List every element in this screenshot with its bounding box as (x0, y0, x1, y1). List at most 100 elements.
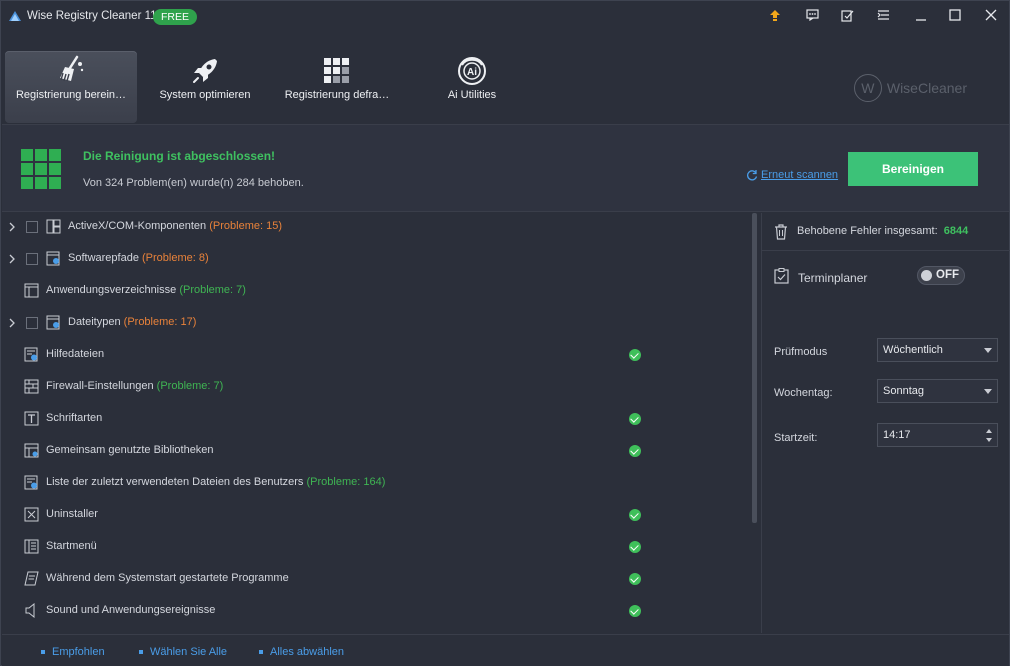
list-item[interactable]: ActiveX/COM-Komponenten (Probleme: 15) (2, 213, 748, 243)
weekday-select[interactable]: Sonntag (877, 379, 998, 403)
category-label: Hilfedateien (46, 348, 105, 360)
chevron-down-icon (984, 389, 992, 394)
help-file-icon (24, 347, 38, 362)
brand-name: WiseCleaner (886, 80, 967, 96)
list-item[interactable]: Firewall-Einstellungen (Probleme: 7) (2, 371, 748, 403)
brand-mark: W (853, 74, 882, 102)
footer-bar: Empfohlen Wählen Sie Alle Alles abwählen (2, 634, 1009, 666)
shared-library-icon (24, 443, 39, 458)
rescan-link[interactable]: Erneut scannen (746, 169, 838, 181)
spin-up-icon[interactable] (986, 429, 992, 433)
category-checkbox[interactable] (26, 317, 38, 329)
check-ok-icon (629, 573, 641, 585)
chevron-right-icon[interactable] (8, 318, 16, 328)
list-item[interactable]: Gemeinsam genutzte Bibliotheken (2, 435, 748, 467)
toggle-knob (921, 270, 932, 281)
list-item[interactable]: Uninstaller (2, 499, 748, 531)
font-icon (24, 411, 39, 426)
ai-icon: Ai (458, 57, 486, 85)
recent-files-icon (24, 475, 38, 490)
scheduler-toggle[interactable]: OFF (917, 266, 965, 285)
tab-ai-utilities[interactable]: Ai Ai Utilities (406, 33, 538, 123)
edit-notes-icon[interactable] (837, 5, 857, 25)
free-badge: FREE (153, 9, 198, 25)
firewall-icon (24, 379, 39, 394)
upgrade-icon[interactable] (765, 5, 785, 25)
category-list: ActiveX/COM-Komponenten (Probleme: 15) S… (2, 213, 748, 633)
mode-value: Wöchentlich (883, 344, 943, 356)
rocket-icon (193, 59, 217, 83)
menu-icon[interactable] (873, 5, 893, 25)
recommended-link[interactable]: Empfohlen (41, 646, 105, 658)
check-ok-icon (629, 445, 641, 457)
scheduler-row: Terminplaner OFF (762, 251, 1010, 305)
side-panel: Behobene Fehler insgesamt: 6844 Terminpl… (761, 213, 1010, 633)
chevron-right-icon[interactable] (8, 254, 16, 264)
tab-registry-clean[interactable]: Registrierung berein… (5, 51, 137, 123)
main-toolbar: Registrierung berein… System optimieren … (1, 33, 1009, 123)
check-ok-icon (629, 509, 641, 521)
mode-label: Prüfmodus (774, 346, 828, 358)
activex-icon (46, 219, 61, 234)
refresh-icon (747, 170, 758, 181)
check-ok-icon (629, 605, 641, 617)
list-item[interactable]: Softwarepfade (Probleme: 8) (2, 243, 748, 275)
complete-grid-icon (21, 149, 61, 189)
uninstaller-icon (24, 507, 39, 522)
tab-system-optimize[interactable]: System optimieren (139, 33, 271, 123)
feedback-icon[interactable] (802, 5, 822, 25)
list-item[interactable]: Sound und Anwendungsereignisse (2, 595, 748, 627)
list-item[interactable]: Während dem Systemstart gestartete Progr… (2, 563, 748, 595)
mode-select[interactable]: Wöchentlich (877, 338, 998, 362)
category-checkbox[interactable] (26, 253, 38, 265)
clipboard-check-icon (774, 268, 789, 284)
software-path-icon (46, 251, 60, 266)
category-checkbox[interactable] (26, 221, 38, 233)
status-subtitle: Von 324 Problem(en) wurde(n) 284 behoben… (83, 177, 304, 189)
list-item[interactable]: Liste der zuletzt verwendeten Dateien de… (2, 467, 748, 499)
category-label: Schriftarten (46, 412, 103, 424)
maximize-icon[interactable] (945, 5, 965, 25)
trash-icon (775, 224, 787, 240)
clean-button[interactable]: Bereinigen (848, 152, 978, 186)
app-title: Wise Registry Cleaner 11 (27, 10, 157, 22)
rescan-label: Erneut scannen (761, 169, 839, 181)
app-directory-icon (24, 283, 39, 298)
check-ok-icon (629, 413, 641, 425)
file-types-icon (46, 315, 60, 330)
tab-label: Ai Utilities (447, 89, 497, 101)
spin-down-icon[interactable] (986, 438, 992, 442)
list-item[interactable]: Hilfedateien (2, 339, 748, 371)
select-all-link[interactable]: Wählen Sie Alle (139, 646, 227, 658)
chevron-right-icon[interactable] (8, 222, 16, 232)
defrag-grid-icon (324, 58, 349, 83)
list-item[interactable]: Startmenü (2, 531, 748, 563)
scrollbar-thumb[interactable] (752, 213, 757, 523)
category-label: Während dem Systemstart gestartete Progr… (46, 572, 289, 584)
fixed-errors-text: Behobene Fehler insgesamt: 6844 (797, 225, 969, 237)
list-item[interactable]: Anwendungsverzeichnisse (Probleme: 7) (2, 275, 748, 307)
weekday-label: Wochentag: (774, 387, 833, 399)
start-time-input[interactable]: 14:17 (877, 423, 998, 447)
category-label: Softwarepfade (Probleme: 8) (68, 252, 209, 264)
list-item[interactable]: Schriftarten (2, 403, 748, 435)
app-logo-icon (9, 11, 21, 21)
weekday-value: Sonntag (883, 385, 924, 397)
start-time-label: Startzeit: (774, 432, 818, 444)
category-label: Anwendungsverzeichnisse (Probleme: 7) (46, 284, 246, 296)
minimize-icon[interactable] (911, 5, 931, 25)
start-time-value: 14:17 (883, 429, 911, 441)
tab-registry-defrag[interactable]: Registrierung defra… (271, 33, 403, 123)
startup-programs-icon (24, 571, 39, 586)
chevron-down-icon (984, 348, 992, 353)
title-bar: Wise Registry Cleaner 11 FREE (1, 1, 1009, 33)
list-item[interactable]: Dateitypen (Probleme: 17) (2, 307, 748, 339)
tab-label: Registrierung berein… (15, 89, 127, 101)
deselect-all-link[interactable]: Alles abwählen (259, 646, 344, 658)
category-label: ActiveX/COM-Komponenten (Probleme: 15) (68, 220, 282, 232)
status-banner: Die Reinigung ist abgeschlossen! Von 324… (2, 124, 1009, 212)
close-icon[interactable] (981, 5, 1001, 25)
start-menu-icon (24, 539, 39, 554)
list-scrollbar[interactable] (750, 213, 760, 633)
scheduler-label: Terminplaner (798, 271, 868, 285)
